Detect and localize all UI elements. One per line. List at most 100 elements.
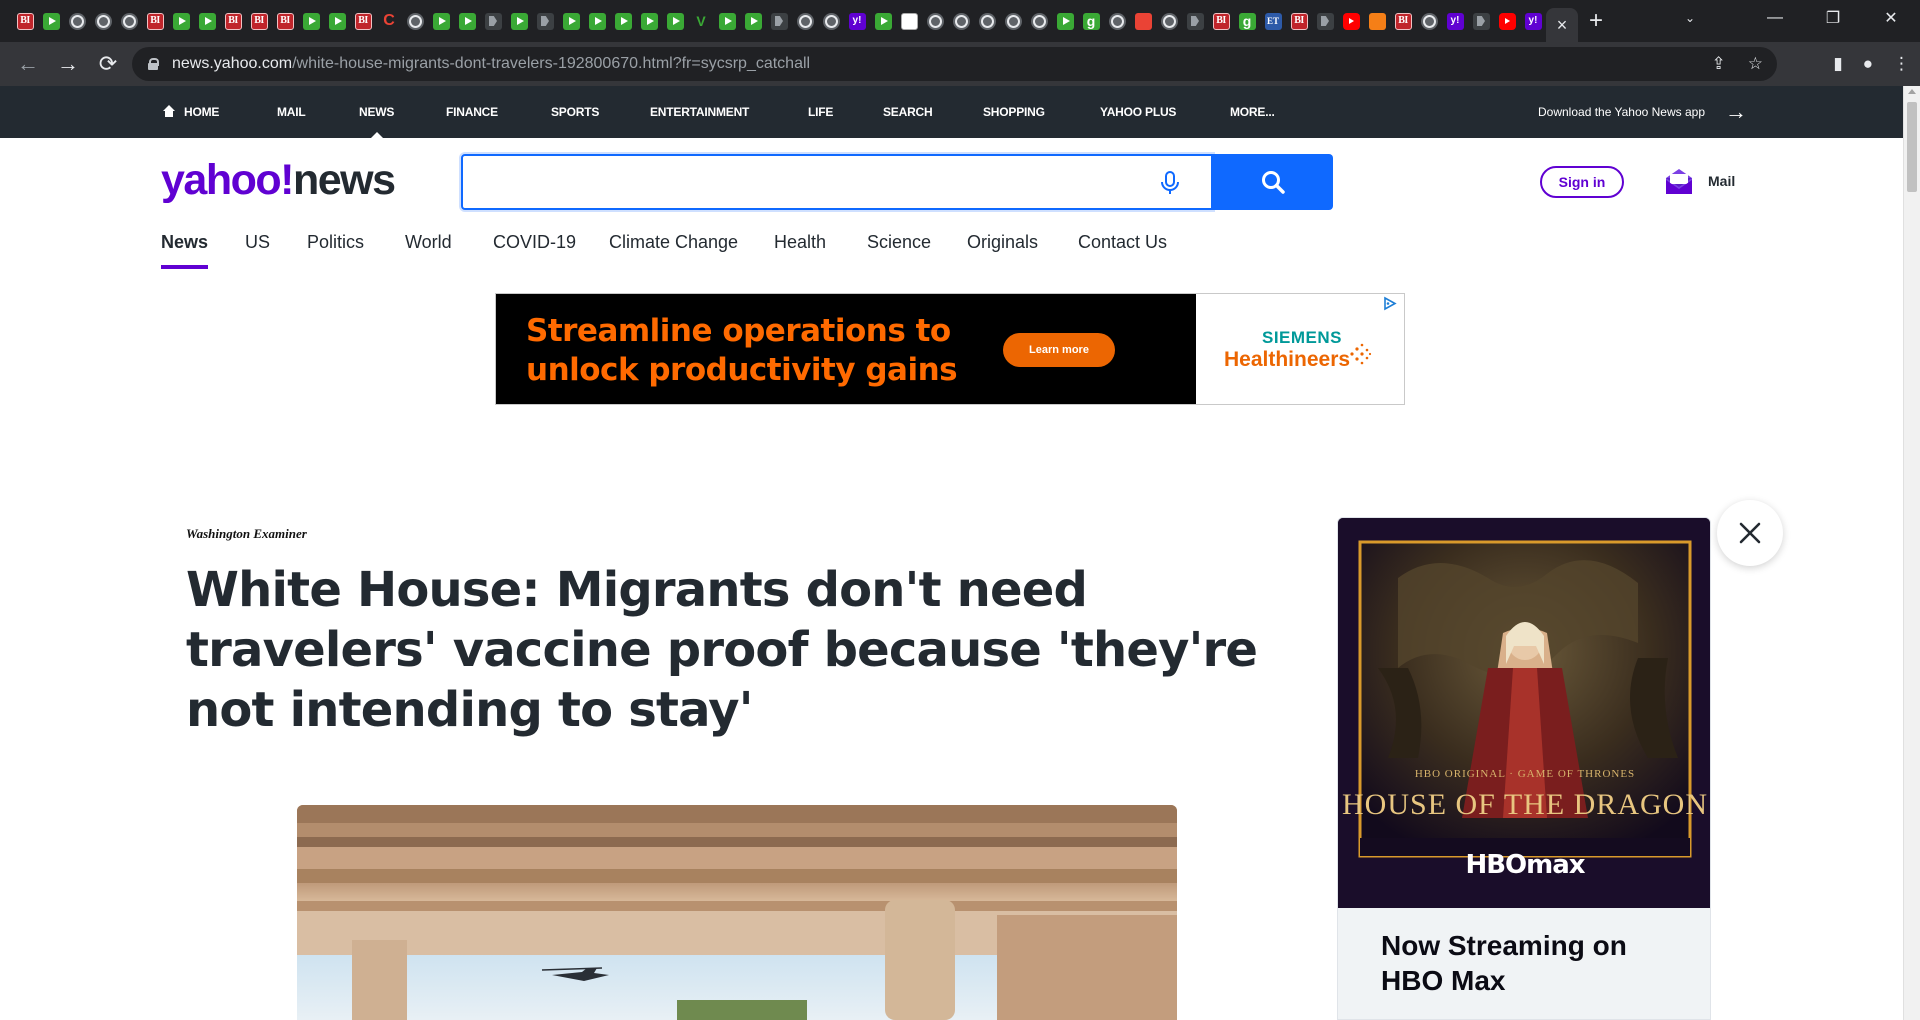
section-politics[interactable]: Politics <box>307 232 364 272</box>
browser-tab[interactable] <box>1026 0 1052 42</box>
address-bar[interactable]: news.yahoo.com/white-house-migrants-dont… <box>132 47 1777 81</box>
new-tab-button[interactable]: + <box>1578 0 1614 42</box>
reload-button[interactable]: ⟳ <box>88 46 128 82</box>
browser-tab[interactable] <box>1130 0 1156 42</box>
browser-tab[interactable] <box>168 0 194 42</box>
section-originals[interactable]: Originals <box>967 232 1038 272</box>
browser-tab[interactable] <box>1416 0 1442 42</box>
browser-tab[interactable] <box>610 0 636 42</box>
search-input[interactable] <box>461 154 1213 210</box>
browser-tab[interactable] <box>662 0 688 42</box>
scroll-up-arrow-icon[interactable] <box>1908 89 1916 94</box>
lock-icon[interactable] <box>148 58 159 70</box>
browser-tab[interactable] <box>1182 0 1208 42</box>
top-nav-more[interactable]: MORE... <box>1230 86 1275 138</box>
browser-tab[interactable] <box>1156 0 1182 42</box>
browser-tab[interactable] <box>324 0 350 42</box>
browser-tab[interactable] <box>1052 0 1078 42</box>
browser-tab[interactable] <box>1364 0 1390 42</box>
browser-tab[interactable] <box>194 0 220 42</box>
browser-tab[interactable] <box>1312 0 1338 42</box>
tab-search-button[interactable]: ⌄ <box>1670 0 1710 36</box>
browser-tab[interactable] <box>64 0 90 42</box>
minimize-button[interactable]: — <box>1746 0 1804 36</box>
browser-tab[interactable] <box>870 0 896 42</box>
browser-tab[interactable] <box>766 0 792 42</box>
browser-tab[interactable]: y! <box>1442 0 1468 42</box>
section-contact-us[interactable]: Contact Us <box>1078 232 1167 272</box>
browser-tab[interactable] <box>506 0 532 42</box>
browser-tab[interactable]: y! <box>844 0 870 42</box>
browser-tab[interactable]: BI <box>12 0 38 42</box>
browser-tab[interactable] <box>1338 0 1364 42</box>
browser-tab[interactable]: BI <box>142 0 168 42</box>
browser-tab[interactable] <box>584 0 610 42</box>
browser-tab[interactable] <box>402 0 428 42</box>
browser-tab[interactable] <box>298 0 324 42</box>
restore-button[interactable]: ❐ <box>1804 0 1862 36</box>
close-ad-button[interactable] <box>1717 500 1783 566</box>
bookmark-star-icon[interactable]: ☆ <box>1748 54 1763 74</box>
adchoices-icon[interactable] <box>1380 296 1400 311</box>
browser-tab[interactable] <box>90 0 116 42</box>
top-nav-finance[interactable]: FINANCE <box>446 86 498 138</box>
browser-tab[interactable]: BI <box>246 0 272 42</box>
article-image[interactable] <box>297 805 1177 1020</box>
browser-tab[interactable] <box>38 0 64 42</box>
download-app-link[interactable]: Download the Yahoo News app <box>1538 86 1705 138</box>
ad-learn-more-button[interactable]: Learn more <box>1003 333 1115 367</box>
browser-menu-icon[interactable]: ⋮ <box>1893 54 1910 74</box>
forward-button[interactable]: → <box>48 46 88 82</box>
section-climate-change[interactable]: Climate Change <box>609 232 738 272</box>
top-nav-sports[interactable]: SPORTS <box>551 86 599 138</box>
yahoo-news-logo[interactable]: yahoo!news <box>161 158 396 202</box>
browser-tab[interactable]: V <box>688 0 714 42</box>
browser-tab[interactable]: BI <box>1286 0 1312 42</box>
browser-tab[interactable] <box>948 0 974 42</box>
browser-tab[interactable] <box>1468 0 1494 42</box>
top-nav-news[interactable]: NEWS <box>359 86 394 138</box>
browser-tab[interactable]: g <box>1078 0 1104 42</box>
top-nav-yahoo-plus[interactable]: YAHOO PLUS <box>1100 86 1176 138</box>
microphone-icon[interactable] <box>1159 170 1181 196</box>
sign-in-button[interactable]: Sign in <box>1540 166 1624 198</box>
browser-tab[interactable] <box>116 0 142 42</box>
browser-tab[interactable] <box>922 0 948 42</box>
browser-tab[interactable] <box>636 0 662 42</box>
browser-tab[interactable]: C <box>376 0 402 42</box>
browser-tab[interactable] <box>740 0 766 42</box>
browser-tab[interactable] <box>1104 0 1130 42</box>
browser-tab[interactable]: ET <box>1260 0 1286 42</box>
page-scrollbar[interactable] <box>1903 86 1920 1020</box>
source-logo[interactable]: Washington Examiner <box>186 526 307 542</box>
browser-tab[interactable]: y! <box>1520 0 1546 42</box>
browser-tab[interactable] <box>1494 0 1520 42</box>
browser-tab[interactable]: BI <box>272 0 298 42</box>
section-science[interactable]: Science <box>867 232 931 272</box>
browser-tab[interactable] <box>896 0 922 42</box>
hbo-poster[interactable]: HBO ORIGINAL · GAME OF THRONES HOUSE OF … <box>1338 518 1710 908</box>
ad-creative[interactable]: Streamline operations to unlock producti… <box>496 294 1196 404</box>
browser-tab[interactable] <box>428 0 454 42</box>
ad-brand-panel[interactable]: SIEMENS Healthineers <box>1196 294 1404 404</box>
mail-link[interactable]: Mail <box>1708 173 1735 189</box>
tab-close-icon[interactable]: × <box>1557 15 1568 36</box>
section-world[interactable]: World <box>405 232 452 272</box>
browser-tab[interactable] <box>480 0 506 42</box>
browser-tab[interactable] <box>558 0 584 42</box>
browser-tab[interactable] <box>532 0 558 42</box>
browser-tab[interactable] <box>1000 0 1026 42</box>
top-nav-search[interactable]: SEARCH <box>883 86 933 138</box>
active-tab[interactable]: × <box>1546 8 1578 42</box>
top-nav-entertainment[interactable]: ENTERTAINMENT <box>650 86 749 138</box>
arrow-right-icon[interactable]: → <box>1725 101 1747 123</box>
browser-tab[interactable]: BI <box>350 0 376 42</box>
side-ad[interactable]: HBO ORIGINAL · GAME OF THRONES HOUSE OF … <box>1337 517 1711 1020</box>
browser-tab[interactable] <box>818 0 844 42</box>
top-nav-home[interactable]: HOME <box>163 86 219 138</box>
browser-tab[interactable] <box>974 0 1000 42</box>
section-covid-19[interactable]: COVID-19 <box>493 232 576 272</box>
browser-tab[interactable]: BI <box>220 0 246 42</box>
search-button[interactable] <box>1213 154 1333 210</box>
share-icon[interactable]: ⇪ <box>1712 54 1726 74</box>
